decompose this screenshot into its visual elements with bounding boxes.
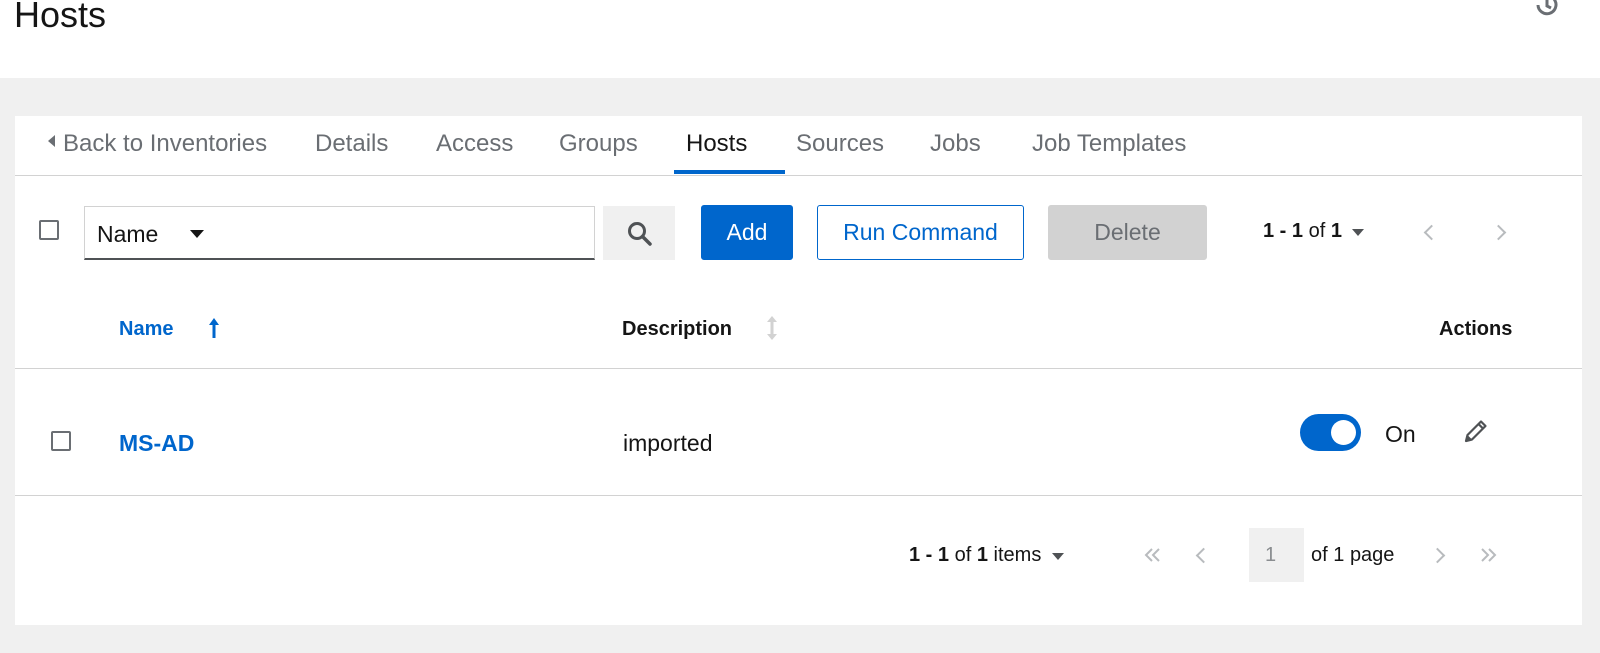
column-header-actions: Actions <box>1439 318 1513 340</box>
host-enabled-toggle[interactable] <box>1300 414 1361 451</box>
filter-select[interactable]: Name <box>84 206 232 260</box>
first-page-icon[interactable] <box>1142 548 1164 562</box>
next-page-icon[interactable] <box>1490 224 1507 241</box>
page-header: Hosts <box>0 0 1600 78</box>
tab-jobs[interactable]: Jobs <box>930 130 981 158</box>
bottom-pagination-toggle[interactable]: 1 - 1 of 1 items <box>909 544 1041 567</box>
pagination-of: of <box>954 544 972 566</box>
pagination-range: 1 - 1 <box>1263 220 1304 242</box>
pagination-total: 1 <box>1330 220 1342 242</box>
tab-bar: Back to Inventories Details Access Group… <box>15 116 1582 176</box>
tab-sources[interactable]: Sources <box>796 130 884 158</box>
toggle-label: On <box>1385 421 1416 447</box>
row-checkbox[interactable] <box>51 431 71 451</box>
page-count-text: of 1 page <box>1311 544 1394 567</box>
pagination-total: 1 <box>976 544 988 566</box>
row-divider <box>15 495 1582 496</box>
search-input[interactable] <box>231 206 595 260</box>
host-description: imported <box>623 430 713 456</box>
select-all-checkbox[interactable] <box>39 220 59 240</box>
last-page-icon[interactable] <box>1477 548 1499 562</box>
active-tab-indicator <box>674 170 785 174</box>
inventory-card: Back to Inventories Details Access Group… <box>15 116 1582 625</box>
previous-page-icon[interactable] <box>1423 224 1440 241</box>
tab-hosts[interactable]: Hosts <box>686 130 747 158</box>
caret-left-icon <box>48 135 55 147</box>
current-page-input[interactable] <box>1249 528 1304 582</box>
header-divider <box>15 368 1582 369</box>
tab-details[interactable]: Details <box>315 130 388 158</box>
page-title: Hosts <box>14 0 107 35</box>
caret-down-icon <box>190 230 204 238</box>
next-page-icon[interactable] <box>1429 547 1446 564</box>
caret-down-icon[interactable] <box>1052 553 1064 560</box>
column-header-name[interactable]: Name <box>119 318 173 341</box>
column-header-description[interactable]: Description <box>622 318 732 341</box>
pagination-of: of <box>1308 220 1326 242</box>
page-count: 1 <box>1333 544 1345 566</box>
history-icon[interactable] <box>1532 0 1562 20</box>
tab-back-to-inventories[interactable]: Back to Inventories <box>48 130 267 158</box>
previous-page-icon[interactable] <box>1195 547 1212 564</box>
search-icon <box>628 222 652 246</box>
tab-access[interactable]: Access <box>436 130 513 158</box>
page-of-word: of <box>1311 544 1328 566</box>
search-button[interactable] <box>603 206 675 260</box>
host-name-link[interactable]: MS-AD <box>119 430 194 457</box>
tab-groups[interactable]: Groups <box>559 130 638 158</box>
pagination-items-word: items <box>993 544 1042 566</box>
page-word: page <box>1349 544 1395 566</box>
pencil-icon[interactable] <box>1462 417 1490 445</box>
sort-ascending-icon[interactable] <box>207 317 221 339</box>
toggle-knob <box>1331 420 1356 445</box>
filter-select-value: Name <box>97 221 159 247</box>
sort-icon[interactable] <box>765 315 779 341</box>
add-button[interactable]: Add <box>701 205 793 260</box>
run-command-button[interactable]: Run Command <box>817 205 1024 260</box>
delete-button[interactable]: Delete <box>1048 205 1207 260</box>
tab-job-templates[interactable]: Job Templates <box>1032 130 1186 158</box>
pagination-range: 1 - 1 <box>909 544 950 566</box>
top-pagination-toggle[interactable]: 1 - 1 of 1 <box>1263 220 1342 243</box>
tab-label: Back to Inventories <box>63 130 268 157</box>
caret-down-icon[interactable] <box>1352 229 1364 236</box>
